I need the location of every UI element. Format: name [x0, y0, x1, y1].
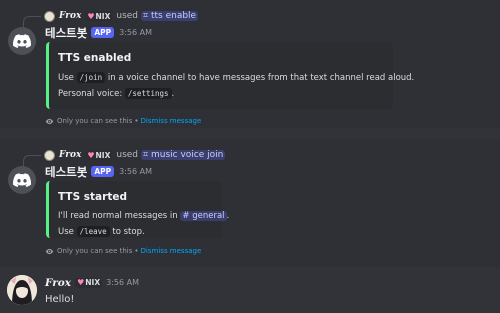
slash-hash-icon: ⌗ [143, 150, 151, 160]
ephemeral-notice: Only you can see this • Dismiss message [45, 115, 201, 127]
heart-icon: ♥ [87, 150, 95, 160]
discord-logo-icon [13, 34, 31, 48]
message-header: Frox ♥ NIX 3:56 AM [45, 275, 139, 290]
user-message: Frox ♥ NIX 3:56 AM Hello! [0, 267, 500, 313]
eye-icon [45, 248, 54, 254]
separator-dot: • [134, 117, 139, 125]
ephemeral-text: Only you can see this [57, 117, 133, 125]
bot-username[interactable]: 테스트봇 [45, 164, 87, 180]
reply-context[interactable]: Frox ♥ NIX used ⌗ tts enable [44, 8, 199, 24]
bot-avatar[interactable] [8, 27, 36, 55]
timestamp: 3:56 AM [119, 167, 153, 176]
bot-avatar[interactable] [8, 166, 36, 194]
message-header: 테스트봇 APP 3:56 AM [45, 25, 152, 40]
ephemeral-notice: Only you can see this • Dismiss message [45, 245, 201, 257]
heart-icon: ♥ [87, 11, 95, 21]
bot-message-music-voice-join: Frox ♥ NIX used ⌗ music voice join 테스트봇 A… [0, 139, 500, 267]
reply-username[interactable]: Frox [59, 150, 81, 160]
inline-code-leave: /leave [76, 226, 110, 237]
anime-avatar-icon [7, 275, 37, 305]
embed-text: . [226, 211, 230, 221]
message-content: Hello! [45, 294, 75, 305]
app-badge: APP [91, 166, 115, 177]
separator-dot: • [134, 247, 139, 255]
reply-context[interactable]: Frox ♥ NIX used ⌗ music voice join [44, 147, 226, 163]
reply-username[interactable]: Frox [59, 11, 81, 21]
guild-tag-label: NIX [85, 278, 101, 287]
slash-command-name: tts enable [150, 11, 197, 21]
heart-icon: ♥ [77, 278, 85, 287]
user-username[interactable]: Frox [45, 277, 71, 289]
embed-tts-started: TTS started I'll read normal messages in… [46, 181, 229, 240]
app-badge: APP [91, 27, 115, 38]
embed-title: TTS started [58, 191, 127, 203]
bot-message-tts-enable: Frox ♥ NIX used ⌗ tts enable 테스트봇 APP 3:5… [0, 0, 500, 128]
embed-text: in a voice channel to have messages from… [107, 73, 415, 83]
embed-text: Use [58, 227, 74, 237]
embed-line-1: Use /join in a voice channel to have mes… [58, 70, 414, 86]
dismiss-message-link[interactable]: Dismiss message [141, 117, 202, 125]
inline-code-join: /join [76, 72, 106, 83]
embed-tts-enabled: TTS enabled Use /join in a voice channel… [46, 42, 414, 109]
dismiss-message-link[interactable]: Dismiss message [141, 247, 202, 255]
guild-tag-label: NIX [95, 150, 111, 160]
slash-hash-icon: ⌗ [143, 11, 151, 21]
chat-messages: Frox ♥ NIX used ⌗ tts enable 테스트봇 APP 3:5… [0, 0, 500, 313]
slash-command-mention[interactable]: ⌗ music voice join [141, 150, 226, 160]
embed-text: . [171, 89, 175, 99]
inline-code-settings: /settings [124, 88, 172, 99]
guild-tag[interactable]: ♥ NIX [75, 277, 103, 288]
guild-tag[interactable]: ♥ NIX [85, 150, 113, 160]
embed-line-2: Personal voice: /settings. [58, 86, 381, 102]
channel-mention-general[interactable]: # general [180, 211, 227, 221]
eye-icon [45, 118, 54, 124]
slash-command-name: music voice join [150, 150, 224, 160]
slash-command-mention[interactable]: ⌗ tts enable [141, 11, 199, 21]
reply-used-text: used [116, 11, 139, 21]
reply-user-avatar[interactable] [44, 149, 55, 161]
timestamp: 3:56 AM [106, 278, 139, 287]
embed-text: to stop. [112, 227, 145, 237]
message-header: 테스트봇 APP 3:56 AM [45, 164, 152, 179]
embed-line-2: Use /leave to stop. [58, 224, 210, 240]
guild-tag[interactable]: ♥ NIX [85, 11, 113, 21]
embed-text: Personal voice: [58, 89, 123, 99]
embed-text: I'll read normal messages in [58, 211, 178, 221]
ephemeral-text: Only you can see this [57, 247, 133, 255]
discord-logo-icon [13, 173, 31, 187]
timestamp: 3:56 AM [119, 28, 153, 37]
guild-tag-label: NIX [95, 11, 111, 21]
embed-text: Use [58, 73, 74, 83]
bot-username[interactable]: 테스트봇 [45, 25, 87, 41]
embed-line-1: I'll read normal messages in # general. [58, 209, 229, 224]
embed-title: TTS enabled [58, 52, 132, 64]
reply-user-avatar[interactable] [44, 10, 55, 22]
reply-used-text: used [116, 150, 139, 160]
user-avatar[interactable] [7, 275, 37, 305]
